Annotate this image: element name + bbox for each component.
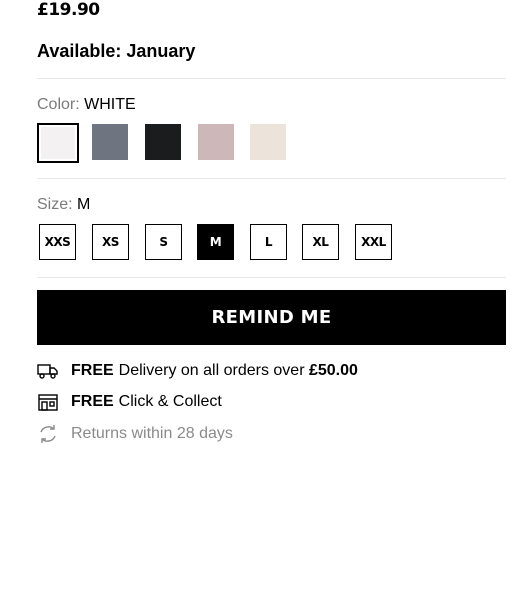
delivery-amount: £50.00 — [308, 362, 358, 379]
size-label: Size: M — [37, 196, 90, 214]
returns-info: Returns within 28 days — [37, 423, 233, 445]
color-label-prefix: Color: — [37, 96, 80, 113]
color-swatch-gray[interactable] — [92, 124, 128, 160]
remind-me-button[interactable]: REMIND ME — [37, 290, 506, 345]
divider — [37, 178, 506, 179]
returns-text: Returns within 28 days — [71, 425, 233, 442]
color-label: Color: WHITE — [37, 96, 136, 114]
color-swatch-black[interactable] — [145, 124, 181, 160]
size-option-s[interactable]: S — [145, 224, 182, 260]
color-swatch-white[interactable] — [37, 123, 79, 163]
truck-icon — [37, 360, 59, 382]
size-option-xxl[interactable]: XXL — [355, 224, 392, 260]
availability-text: Available: January — [37, 41, 196, 61]
click-collect-info: FREE Click & Collect — [37, 391, 222, 413]
delivery-info: FREE Delivery on all orders over £50.00 — [37, 360, 363, 382]
collect-text: Click & Collect — [118, 393, 222, 410]
collect-free: FREE — [71, 393, 114, 410]
size-option-xxs[interactable]: XXS — [39, 224, 76, 260]
selected-size: M — [77, 196, 91, 213]
delivery-text: Delivery on all orders over — [118, 362, 305, 379]
color-swatch-natural[interactable] — [250, 124, 286, 160]
selected-color: WHITE — [84, 96, 136, 113]
divider — [37, 277, 506, 278]
size-option-l[interactable]: L — [250, 224, 287, 260]
size-option-xl[interactable]: XL — [302, 224, 339, 260]
size-option-xs[interactable]: XS — [92, 224, 129, 260]
returns-icon — [37, 423, 59, 445]
delivery-free: FREE — [71, 362, 114, 379]
size-label-prefix: Size: — [37, 196, 73, 213]
product-price: £19.90 — [37, 0, 100, 20]
size-option-m[interactable]: M — [197, 224, 234, 260]
color-swatch-pink[interactable] — [198, 124, 234, 160]
store-icon — [37, 391, 59, 413]
divider — [37, 78, 506, 79]
